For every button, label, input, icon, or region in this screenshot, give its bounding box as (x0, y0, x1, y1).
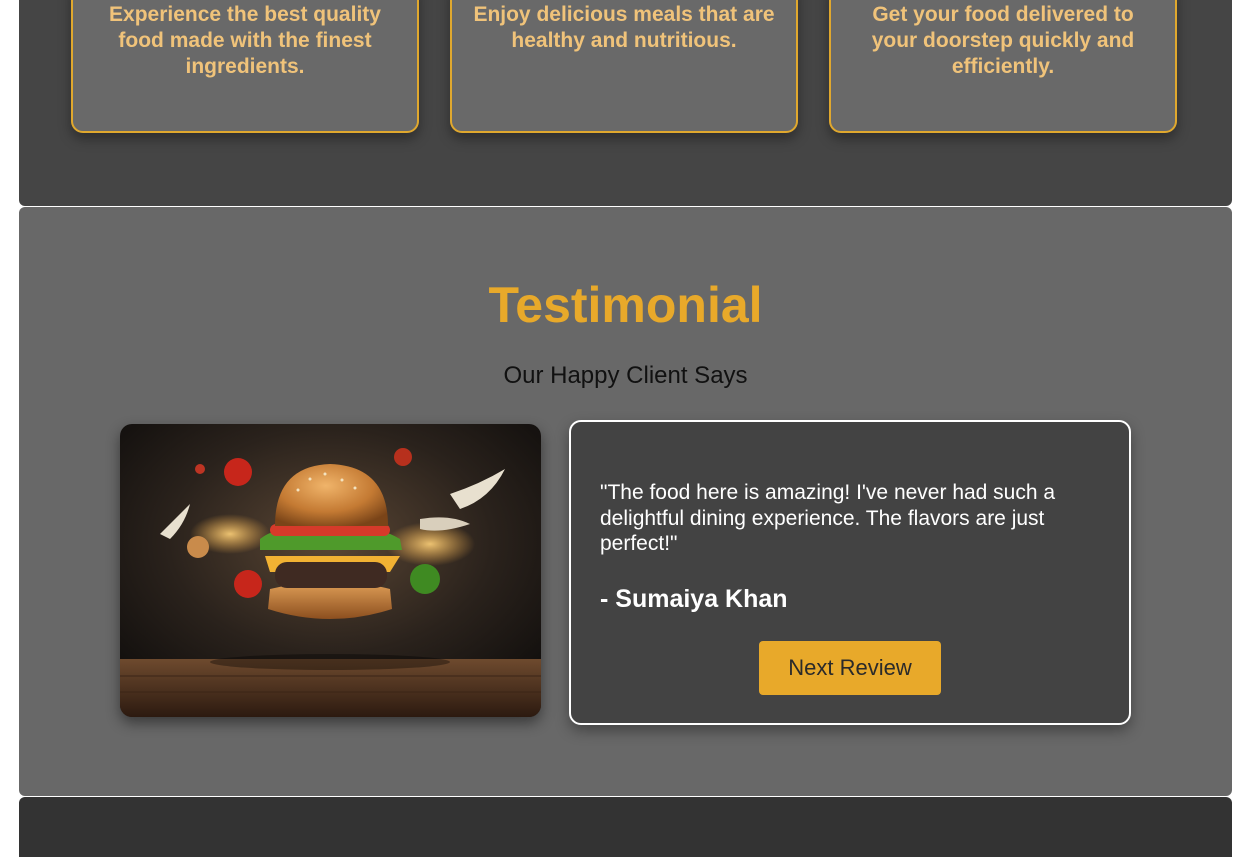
feature-text: Experience the best quality food made wi… (109, 3, 381, 78)
features-section: Experience the best quality food made wi… (19, 0, 1232, 206)
feature-text: Enjoy delicious meals that are healthy a… (473, 3, 775, 52)
section-subtitle: Our Happy Client Says (503, 362, 748, 389)
feature-card-quality: Experience the best quality food made wi… (71, 0, 419, 133)
burger-image (120, 424, 541, 717)
review-author: - Sumaiya Khan (600, 585, 788, 613)
testimonial-section: Testimonial Our Happy Client Says "The f… (19, 207, 1232, 796)
section-title: Testimonial (488, 277, 763, 333)
footer-section (19, 797, 1232, 857)
feature-card-delivery: Get your food delivered to your doorstep… (829, 0, 1177, 133)
feature-text: Get your food delivered to your doorstep… (871, 3, 1135, 78)
feature-card-healthy: Enjoy delicious meals that are healthy a… (450, 0, 798, 133)
review-card: "The food here is amazing! I've never ha… (569, 420, 1131, 725)
next-review-button[interactable]: Next Review (759, 641, 941, 695)
review-quote: "The food here is amazing! I've never ha… (600, 481, 1056, 555)
